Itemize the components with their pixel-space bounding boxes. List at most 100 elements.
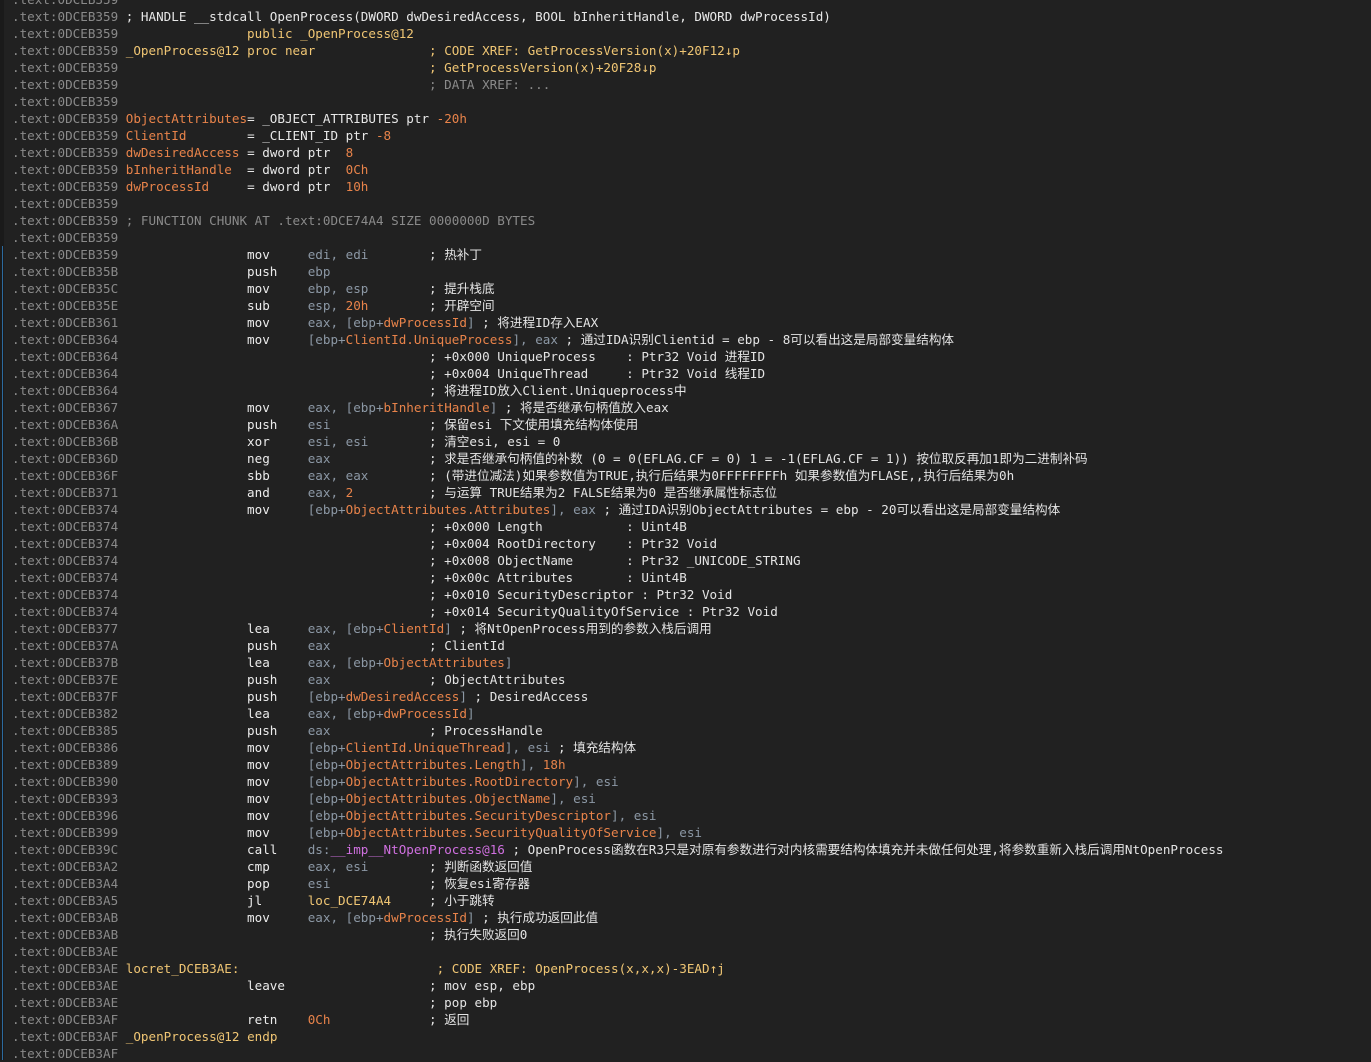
listing-line[interactable]: .text:0DCEB3AE leave ; mov esp, ebp xyxy=(0,977,1371,994)
listing-line[interactable]: .text:0DCEB364 ; 将进程ID放入Client.Uniquepro… xyxy=(0,382,1371,399)
code-token-label[interactable]: _OpenProcess@12 xyxy=(118,1029,240,1044)
listing-line[interactable]: .text:0DCEB3AB mov eax, [ebp+dwProcessId… xyxy=(0,909,1371,926)
listing-line[interactable]: .text:0DCEB393 mov [ebp+ObjectAttributes… xyxy=(0,790,1371,807)
listing-line[interactable]: .text:0DCEB364 mov [ebp+ClientId.UniqueP… xyxy=(0,331,1371,348)
listing-line[interactable]: .text:0DCEB374 ; +0x014 SecurityQualityO… xyxy=(0,603,1371,620)
code-token-text: ; HANDLE __stdcall OpenProcess(DWORD dwD… xyxy=(118,9,831,24)
code-token-label[interactable]: _OpenProcess@12 xyxy=(300,26,414,41)
listing-line[interactable]: .text:0DCEB374 ; +0x010 SecurityDescript… xyxy=(0,586,1371,603)
code-token-field[interactable]: bInheritHandle xyxy=(384,400,490,415)
listing-line[interactable]: .text:0DCEB359 ; GetProcessVersion(x)+20… xyxy=(0,59,1371,76)
listing-line[interactable]: .text:0DCEB359 dwDesiredAccess = dword p… xyxy=(0,144,1371,161)
code-token-var[interactable]: dwDesiredAccess xyxy=(118,145,240,160)
code-token-field[interactable]: ClientId.UniqueThread xyxy=(346,740,505,755)
code-token-label[interactable]: _OpenProcess@12 xyxy=(118,43,240,58)
listing-line[interactable]: .text:0DCEB36B xor esi, esi ; 清空esi, esi… xyxy=(0,433,1371,450)
listing-line[interactable]: .text:0DCEB359 dwProcessId = dword ptr 1… xyxy=(0,178,1371,195)
listing-line[interactable]: .text:0DCEB359 xyxy=(0,0,1371,8)
code-token-var[interactable]: dwProcessId xyxy=(118,179,209,194)
listing-line[interactable]: .text:0DCEB359 public _OpenProcess@12 xyxy=(0,25,1371,42)
code-token-field[interactable]: ObjectAttributes.ObjectName xyxy=(346,791,551,806)
listing-line[interactable]: .text:0DCEB3A4 pop esi ; 恢复esi寄存器 xyxy=(0,875,1371,892)
listing-line[interactable]: .text:0DCEB3AE locret_DCEB3AE: ; CODE XR… xyxy=(0,960,1371,977)
listing-line[interactable]: .text:0DCEB359 xyxy=(0,93,1371,110)
address-label: .text:0DCEB3AE xyxy=(12,961,119,976)
code-token-label[interactable]: locret_DCEB3AE: xyxy=(118,961,240,976)
listing-line[interactable]: .text:0DCEB37B lea eax, [ebp+ObjectAttri… xyxy=(0,654,1371,671)
code-token-field[interactable]: dwDesiredAccess xyxy=(346,689,460,704)
code-token-field[interactable]: dwProcessId xyxy=(384,706,467,721)
listing-line[interactable]: .text:0DCEB3A2 cmp eax, esi ; 判断函数返回值 xyxy=(0,858,1371,875)
code-token-label[interactable]: loc_DCE74A4 xyxy=(308,893,391,908)
listing-line[interactable]: .text:0DCEB37E push eax ; ObjectAttribut… xyxy=(0,671,1371,688)
listing-line[interactable]: .text:0DCEB359 mov edi, edi ; 热补丁 xyxy=(0,246,1371,263)
listing-line[interactable]: .text:0DCEB359 xyxy=(0,229,1371,246)
code-token-var[interactable]: bInheritHandle xyxy=(118,162,232,177)
listing-line[interactable]: .text:0DCEB374 ; +0x008 ObjectName : Ptr… xyxy=(0,552,1371,569)
listing-line[interactable]: .text:0DCEB35C mov ebp, esp ; 提升栈底 xyxy=(0,280,1371,297)
listing-line[interactable]: .text:0DCEB359 ; HANDLE __stdcall OpenPr… xyxy=(0,8,1371,25)
listing-line[interactable]: .text:0DCEB3AB ; 执行失败返回0 xyxy=(0,926,1371,943)
listing-line[interactable]: .text:0DCEB374 ; +0x00c Attributes : Uin… xyxy=(0,569,1371,586)
listing-line[interactable]: .text:0DCEB3A5 jl loc_DCE74A4 ; 小于跳转 xyxy=(0,892,1371,909)
listing-line[interactable]: .text:0DCEB3AE xyxy=(0,943,1371,960)
listing-line[interactable]: .text:0DCEB399 mov [ebp+ObjectAttributes… xyxy=(0,824,1371,841)
listing-line[interactable]: .text:0DCEB359 _OpenProcess@12 proc near… xyxy=(0,42,1371,59)
listing-line[interactable]: .text:0DCEB359 ; FUNCTION CHUNK AT .text… xyxy=(0,212,1371,229)
listing-line[interactable]: .text:0DCEB364 ; +0x000 UniqueProcess : … xyxy=(0,348,1371,365)
address-label: .text:0DCEB36A xyxy=(12,417,119,432)
code-token-reg: ] xyxy=(459,689,467,704)
listing-line[interactable]: .text:0DCEB36A push esi ; 保留esi 下文使用填充结构… xyxy=(0,416,1371,433)
listing-line[interactable]: .text:0DCEB35B push ebp xyxy=(0,263,1371,280)
listing-line[interactable]: .text:0DCEB374 ; +0x004 RootDirectory : … xyxy=(0,535,1371,552)
address-label: .text:0DCEB361 xyxy=(12,315,119,330)
listing-line[interactable]: .text:0DCEB3AF _OpenProcess@12 endp xyxy=(0,1028,1371,1045)
listing-line[interactable]: .text:0DCEB3AF xyxy=(0,1045,1371,1062)
listing-line[interactable]: .text:0DCEB359 ObjectAttributes= _OBJECT… xyxy=(0,110,1371,127)
listing-line[interactable]: .text:0DCEB364 ; +0x004 UniqueThread : P… xyxy=(0,365,1371,382)
listing-line[interactable]: .text:0DCEB39C call ds:__imp__NtOpenProc… xyxy=(0,841,1371,858)
listing-line[interactable]: .text:0DCEB382 lea eax, [ebp+dwProcessId… xyxy=(0,705,1371,722)
listing-line[interactable]: .text:0DCEB390 mov [ebp+ObjectAttributes… xyxy=(0,773,1371,790)
code-token-ins: call xyxy=(118,842,308,857)
listing-line[interactable]: .text:0DCEB359 bInheritHandle = dword pt… xyxy=(0,161,1371,178)
listing-line[interactable]: .text:0DCEB374 mov [ebp+ObjectAttributes… xyxy=(0,501,1371,518)
listing-line[interactable]: .text:0DCEB37F push [ebp+dwDesiredAccess… xyxy=(0,688,1371,705)
listing-line[interactable]: .text:0DCEB35E sub esp, 20h ; 开辟空间 xyxy=(0,297,1371,314)
listing-line[interactable]: .text:0DCEB37A push eax ; ClientId xyxy=(0,637,1371,654)
listing-line[interactable]: .text:0DCEB367 mov eax, [ebp+bInheritHan… xyxy=(0,399,1371,416)
listing-line[interactable]: .text:0DCEB3AF retn 0Ch ; 返回 xyxy=(0,1011,1371,1028)
listing-line[interactable]: .text:0DCEB359 ; DATA XREF: ... xyxy=(0,76,1371,93)
address-label: .text:0DCEB367 xyxy=(12,400,119,415)
code-token-field[interactable]: ObjectAttributes xyxy=(384,655,505,670)
listing-line[interactable]: .text:0DCEB377 lea eax, [ebp+ClientId] ;… xyxy=(0,620,1371,637)
code-token-ins: pop xyxy=(118,876,308,891)
code-token-field[interactable]: ObjectAttributes.Length xyxy=(346,757,520,772)
listing-line[interactable]: .text:0DCEB374 ; +0x000 Length : Uint4B xyxy=(0,518,1371,535)
code-token-field[interactable]: ObjectAttributes.SecurityDescriptor xyxy=(346,808,611,823)
code-token-imp[interactable]: __imp__NtOpenProcess@16 xyxy=(330,842,504,857)
code-token-var[interactable]: ClientId xyxy=(118,128,187,143)
code-token-var[interactable]: ObjectAttributes xyxy=(118,111,247,126)
listing-line[interactable]: .text:0DCEB36F sbb eax, eax ; (带进位减法)如果参… xyxy=(0,467,1371,484)
listing-line[interactable]: .text:0DCEB359 ClientId = _CLIENT_ID ptr… xyxy=(0,127,1371,144)
code-token-ins: mov xyxy=(118,791,308,806)
listing-line[interactable]: .text:0DCEB389 mov [ebp+ObjectAttributes… xyxy=(0,756,1371,773)
listing-line[interactable]: .text:0DCEB386 mov [ebp+ClientId.UniqueT… xyxy=(0,739,1371,756)
listing-line[interactable]: .text:0DCEB361 mov eax, [ebp+dwProcessId… xyxy=(0,314,1371,331)
listing-line[interactable]: .text:0DCEB371 and eax, 2 ; 与运算 TRUE结果为2… xyxy=(0,484,1371,501)
listing-line[interactable]: .text:0DCEB385 push eax ; ProcessHandle xyxy=(0,722,1371,739)
code-token-field[interactable]: ObjectAttributes.Attributes xyxy=(346,502,551,517)
code-token-field[interactable]: ClientId xyxy=(384,621,445,636)
code-token-cmt: ; 通过IDA识别ObjectAttributes = ebp - 20可以看出… xyxy=(595,502,1061,517)
code-token-field[interactable]: dwProcessId xyxy=(384,315,467,330)
listing-line[interactable]: .text:0DCEB3AE ; pop ebp xyxy=(0,994,1371,1011)
listing-line[interactable]: .text:0DCEB359 xyxy=(0,195,1371,212)
listing-line[interactable]: .text:0DCEB36D neg eax ; 求是否继承句柄值的补数 (0 … xyxy=(0,450,1371,467)
code-token-field[interactable]: dwProcessId xyxy=(384,910,467,925)
code-token-field[interactable]: ClientId.UniqueProcess xyxy=(346,332,513,347)
disassembly-listing[interactable]: .text:0DCEB359.text:0DCEB359 ; HANDLE __… xyxy=(0,0,1371,1062)
code-token-field[interactable]: ObjectAttributes.RootDirectory xyxy=(346,774,573,789)
code-token-field[interactable]: ObjectAttributes.SecurityQualityOfServic… xyxy=(346,825,657,840)
listing-line[interactable]: .text:0DCEB396 mov [ebp+ObjectAttributes… xyxy=(0,807,1371,824)
